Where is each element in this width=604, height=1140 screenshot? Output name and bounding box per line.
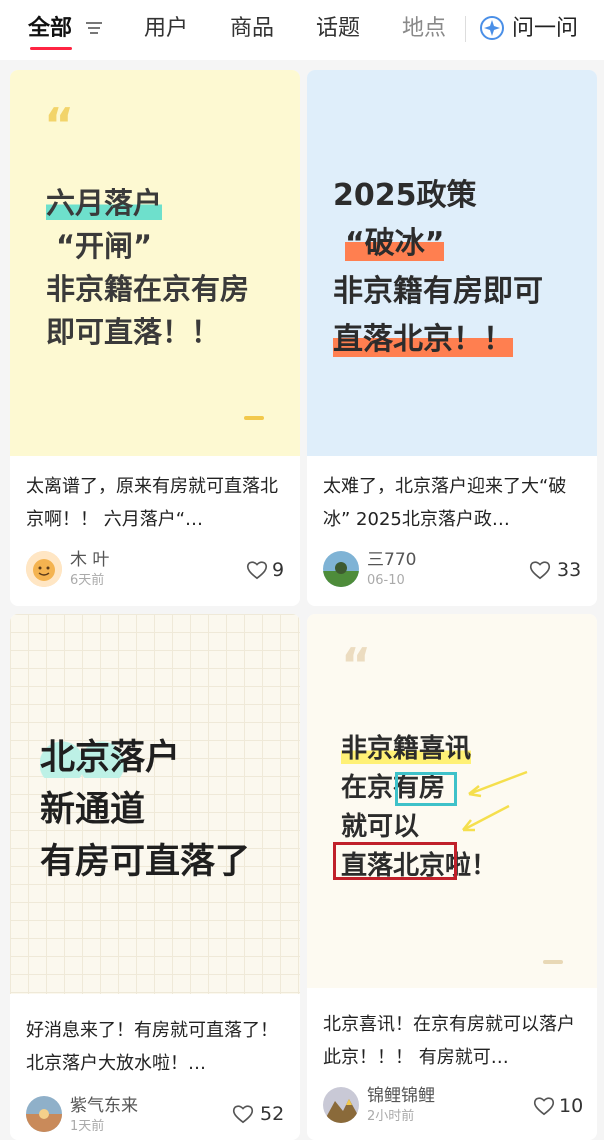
- note-caption[interactable]: 太难了，北京落户迎来了大“破冰” 2025北京落户政…: [323, 470, 583, 536]
- tab-topics[interactable]: 话题: [316, 12, 360, 46]
- cover-line: 北京落户: [40, 738, 181, 778]
- note-cover[interactable]: 北京落户 新通道 有房可直落了: [10, 614, 300, 994]
- avatar[interactable]: [26, 551, 62, 587]
- note-caption[interactable]: 北京喜讯！在京有房就可以落户此京！！！ 有房就可…: [323, 1008, 583, 1074]
- cover-line: “开闸”: [56, 229, 153, 263]
- like-count: 10: [559, 1095, 584, 1117]
- cover-line: 直落北京！！: [333, 322, 513, 357]
- like-count: 9: [272, 559, 285, 581]
- cover-line: 2025政策: [333, 178, 477, 213]
- highlight-box-teal: [395, 772, 457, 806]
- cover-line: 非京籍在京有房: [46, 272, 250, 306]
- note-caption[interactable]: 太离谱了，原来有房就可直落北京啊！！ 六月落户“…: [26, 470, 286, 536]
- note-card[interactable]: 2025政策 “破冰” 非京籍有房即可 直落北京！！ 太难了，北京落户迎来了大“…: [307, 70, 597, 606]
- heart-icon[interactable]: [232, 1104, 254, 1124]
- note-cover[interactable]: 2025政策 “破冰” 非京籍有房即可 直落北京！！: [307, 70, 597, 456]
- cover-line: “破冰”: [345, 226, 445, 261]
- search-tab-bar: 全部 用户 商品 话题 地点 问一问: [0, 0, 604, 60]
- tab-all[interactable]: 全部: [28, 12, 72, 46]
- tab-ask[interactable]: 问一问: [512, 12, 578, 46]
- tab-divider: [465, 16, 466, 42]
- cover-line: 六月落户: [46, 186, 163, 220]
- decorative-dash: [244, 416, 264, 420]
- heart-icon[interactable]: [529, 560, 551, 580]
- like-count: 33: [557, 559, 582, 581]
- avatar[interactable]: [323, 1087, 359, 1123]
- filter-icon[interactable]: [84, 18, 104, 38]
- note-caption[interactable]: 好消息来了！有房就可直落了！ 北京落户大放水啦！…: [26, 1014, 286, 1080]
- cover-line: 即可直落！！: [46, 315, 221, 349]
- cover-line: 非京籍有房即可: [333, 274, 543, 309]
- decorative-dash: [543, 960, 563, 964]
- avatar-landscape-icon: [323, 551, 359, 587]
- author-name[interactable]: 紫气东来: [70, 1096, 138, 1116]
- avatar-mountain-icon: [323, 1087, 359, 1123]
- author-name[interactable]: 锦鲤锦鲤: [367, 1086, 435, 1106]
- heart-icon[interactable]: [533, 1096, 555, 1116]
- post-time: 1天前: [70, 1119, 105, 1134]
- avatar[interactable]: [26, 1096, 62, 1132]
- note-cover[interactable]: “ 六月落户 “开闸” 非京籍在京有房 即可直落！！: [10, 70, 300, 456]
- author-name[interactable]: 木 叶: [70, 550, 109, 570]
- tab-products[interactable]: 商品: [230, 12, 274, 46]
- quote-mark: “: [44, 98, 75, 152]
- cover-line: 有房可直落了: [40, 842, 251, 882]
- avatar-sunset-icon: [26, 1096, 62, 1132]
- quote-mark: “: [341, 638, 372, 692]
- avatar-sun-icon: [26, 551, 62, 587]
- note-card[interactable]: 北京落户 新通道 有房可直落了 好消息来了！有房就可直落了！ 北京落户大放水啦！…: [10, 614, 300, 1140]
- note-cover[interactable]: “ 非京籍喜讯 在京有房 就可以 直落北京啦！: [307, 614, 597, 988]
- ask-sparkle-icon[interactable]: [478, 14, 506, 42]
- cover-line: 新通道: [40, 790, 146, 830]
- heart-icon[interactable]: [246, 560, 268, 580]
- tab-users[interactable]: 用户: [144, 12, 188, 46]
- like-count: 52: [260, 1103, 285, 1125]
- avatar[interactable]: [323, 551, 359, 587]
- highlight-box-red: [333, 842, 457, 880]
- note-card[interactable]: “ 非京籍喜讯 在京有房 就可以 直落北京啦！ 北京喜讯！在京有房就可以落户此京…: [307, 614, 597, 1140]
- post-time: 6天前: [70, 573, 105, 588]
- active-tab-indicator: [30, 47, 72, 50]
- tab-places[interactable]: 地点: [402, 12, 446, 46]
- post-time: 06-10: [367, 573, 405, 588]
- post-time: 2小时前: [367, 1109, 415, 1124]
- author-name[interactable]: 三770: [367, 550, 416, 570]
- note-card[interactable]: “ 六月落户 “开闸” 非京籍在京有房 即可直落！！ 太离谱了，原来有房就可直落…: [10, 70, 300, 606]
- pointer-arrows-icon: [462, 770, 528, 832]
